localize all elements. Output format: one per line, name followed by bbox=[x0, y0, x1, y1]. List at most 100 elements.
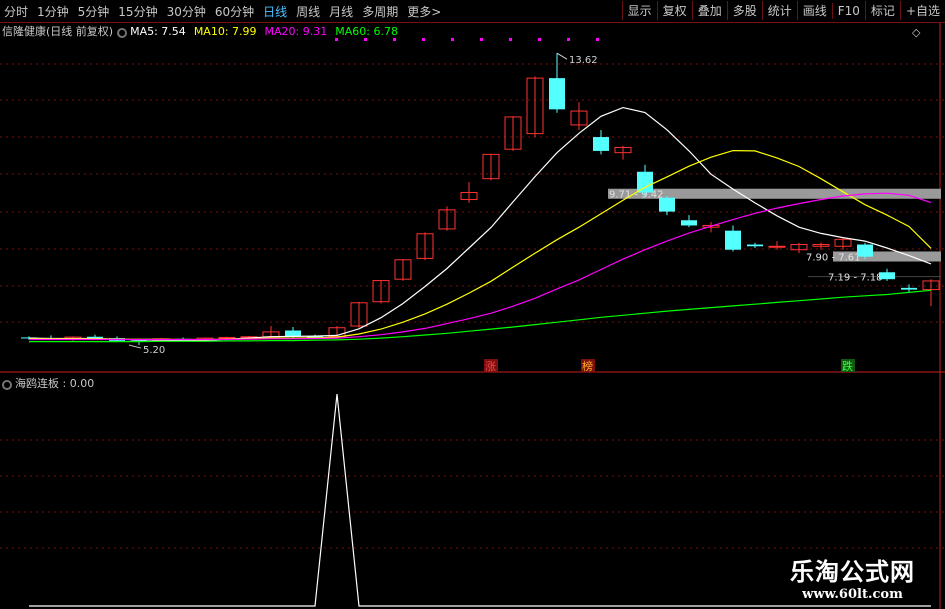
candle-body-up bbox=[196, 337, 214, 341]
ma-line-MA60 bbox=[29, 289, 932, 343]
toolbar-button-3[interactable]: 多股 bbox=[726, 1, 762, 20]
candle-body-up bbox=[504, 116, 522, 150]
toolbar-button-4[interactable]: 统计 bbox=[761, 1, 797, 20]
candle-body-up bbox=[64, 336, 82, 340]
marker-up-bg bbox=[484, 359, 498, 372]
signal-dot bbox=[422, 38, 425, 41]
toolbar-button-6[interactable]: F10 bbox=[831, 3, 865, 19]
watermark-url: www.60lt.com bbox=[802, 587, 903, 602]
candle-body-up bbox=[526, 77, 544, 135]
candle-body-down bbox=[593, 137, 609, 151]
candle-body-up bbox=[570, 110, 588, 126]
candle-body-down bbox=[285, 330, 301, 337]
period-tab-0[interactable]: 分时 bbox=[4, 3, 28, 20]
indicator-header: ● 海鸥连板 : 0.00 bbox=[0, 375, 94, 391]
toolbar-buttons: 显示 复权 叠加 多股 统计 画线 F10 标记 +自选 bbox=[621, 1, 945, 21]
candle-body-up bbox=[240, 336, 258, 339]
marker-up: 涨 bbox=[485, 360, 496, 373]
candle-body-down bbox=[747, 244, 763, 247]
signal-dot bbox=[538, 38, 541, 41]
candle-body-down bbox=[87, 336, 103, 339]
low-pointer bbox=[128, 344, 142, 349]
ma-line-MA5 bbox=[28, 106, 932, 342]
zone-label-2: 7.19 - 7.18 bbox=[828, 272, 883, 283]
signal-dot bbox=[509, 38, 512, 41]
candle-body-down bbox=[681, 220, 697, 226]
grid-lines bbox=[0, 23, 945, 609]
marker-list: 榜 bbox=[582, 359, 593, 373]
candle-body-up bbox=[262, 331, 280, 338]
ma-legend-item-0: MA5: 7.54 bbox=[130, 25, 186, 38]
signal-dot bbox=[451, 38, 454, 41]
candle-body-up bbox=[812, 244, 830, 247]
toolbar-button-1[interactable]: 复权 bbox=[656, 1, 692, 20]
watermark: 乐淘公式网 www.60lt.com bbox=[790, 552, 915, 602]
period-tab-10[interactable]: 更多> bbox=[407, 3, 441, 20]
candle-body-up bbox=[790, 244, 808, 251]
chart-canvas[interactable]: 9.71 - 9.42 7.90 - 7.61 7.19 - 7.18 13.62 5… bbox=[0, 0, 945, 609]
candle-body-down bbox=[725, 230, 741, 250]
candle-body-down bbox=[175, 338, 191, 340]
candle-body-up bbox=[328, 327, 346, 337]
signal-dot bbox=[567, 38, 570, 41]
period-tab-5[interactable]: 60分钟 bbox=[215, 3, 254, 20]
candle-body-down bbox=[857, 244, 873, 257]
indicator-title: 海鸥连板 : 0.00 bbox=[15, 377, 95, 390]
zone-bands: 9.71 - 9.42 7.90 - 7.61 7.19 - 7.18 bbox=[608, 188, 941, 283]
toolbar: 分时 1分钟 5分钟 15分钟 30分钟 60分钟 日线 周线 月线 多周期 更多> 显示 复权 叠加多… bbox=[0, 0, 945, 23]
zone-label-1: 7.90 - 7.61 bbox=[806, 252, 861, 263]
candle-body-up bbox=[350, 302, 368, 327]
candle-body-down bbox=[43, 338, 59, 340]
stock-title[interactable]: 信隆健康(日线 前复权) bbox=[2, 25, 113, 38]
candle-body-up bbox=[768, 245, 786, 248]
candle-body-down bbox=[131, 340, 147, 342]
candle-body-up bbox=[460, 192, 478, 200]
candle-body-down bbox=[109, 338, 125, 341]
candle-body-up bbox=[416, 233, 434, 259]
watermark-title: 乐淘公式网 bbox=[790, 557, 915, 586]
period-tab-2[interactable]: 5分钟 bbox=[78, 3, 110, 20]
candle-body-down bbox=[637, 171, 653, 193]
period-tab-4[interactable]: 30分钟 bbox=[167, 3, 206, 20]
candle-body-up bbox=[702, 224, 720, 228]
candle-body-up bbox=[372, 280, 390, 303]
zone-band-1 bbox=[833, 251, 941, 262]
zone-band-0 bbox=[608, 188, 941, 199]
period-tab-1[interactable]: 1分钟 bbox=[37, 3, 69, 20]
marker-down: 跌 bbox=[842, 359, 853, 373]
marker-down-bg bbox=[841, 359, 855, 372]
toolbar-button-5[interactable]: 画线 bbox=[796, 1, 832, 20]
main-chart-header: 信隆健康(日线 前复权) ● MA5: 7.54 MA10: 7.99 MA20: 9.… bbox=[0, 23, 406, 39]
toolbar-button-0[interactable]: 显示 bbox=[621, 1, 657, 20]
ma-legend-item-2: MA20: 9.31 bbox=[264, 25, 328, 38]
marker-list-bg bbox=[581, 359, 595, 372]
candle-body-up bbox=[438, 209, 456, 230]
toolbar-button-8[interactable]: +自选 bbox=[899, 1, 945, 20]
settings-circle-icon[interactable]: ● bbox=[117, 28, 128, 38]
candle-body-down bbox=[307, 336, 323, 338]
candle-body-down bbox=[879, 272, 895, 280]
high-price-label: 13.62 bbox=[569, 55, 598, 66]
ma-legend-item-3: MA60: 6.78 bbox=[335, 25, 398, 38]
candle-body-down bbox=[901, 287, 917, 290]
low-price-label: 5.20 bbox=[143, 345, 165, 356]
indicator-settings-icon[interactable]: ● bbox=[2, 380, 12, 390]
ma-line-MA20 bbox=[29, 192, 932, 341]
toolbar-button-7[interactable]: 标记 bbox=[864, 1, 900, 20]
ma-line-MA10 bbox=[29, 149, 932, 341]
period-tab-6[interactable]: 日线 bbox=[263, 3, 287, 20]
period-tab-3[interactable]: 15分钟 bbox=[118, 3, 157, 20]
candle-body-up bbox=[394, 259, 412, 280]
period-tab-8[interactable]: 月线 bbox=[329, 3, 353, 20]
candle-body-up bbox=[922, 280, 940, 291]
zone-label-0: 9.71 - 9.42 bbox=[609, 190, 664, 201]
diamond-icon: ◇ bbox=[912, 26, 921, 39]
candlestick-series bbox=[21, 53, 940, 346]
candle-body-down bbox=[549, 78, 565, 110]
period-tab-9[interactable]: 多周期 bbox=[362, 3, 398, 20]
signal-dot bbox=[596, 38, 599, 41]
period-tab-7[interactable]: 周线 bbox=[296, 3, 320, 20]
toolbar-button-2[interactable]: 叠加 bbox=[691, 1, 727, 20]
ma-legend: MA5: 7.54 MA10: 7.99 MA20: 9.31 MA60: 6.78 bbox=[130, 25, 406, 38]
candle-body-up bbox=[218, 336, 236, 339]
